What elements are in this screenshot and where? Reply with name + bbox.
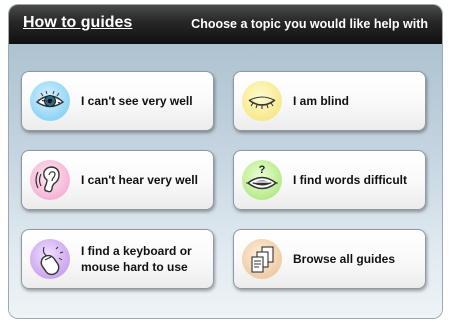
ear-icon	[30, 160, 70, 200]
guide-button-words-difficult[interactable]: ? I find words difficult	[233, 150, 426, 210]
guide-button-blind[interactable]: I am blind	[233, 71, 426, 131]
guide-button-browse-all[interactable]: Browse all guides	[233, 229, 426, 289]
guide-button-keyboard-mouse[interactable]: I find a keyboard or mouse hard to use	[21, 229, 214, 289]
guide-label: I am blind	[293, 94, 350, 108]
guides-panel: How to guides Choose a topic you would l…	[9, 5, 442, 318]
svg-text:?: ?	[259, 164, 266, 176]
guide-label: I find words difficult	[293, 173, 407, 187]
guide-label: I can't hear very well	[81, 173, 198, 187]
header-bar: How to guides Choose a topic you would l…	[9, 5, 442, 44]
header-subtitle: Choose a topic you would like help with	[191, 17, 428, 31]
guide-button-cant-see[interactable]: I can't see very well	[21, 71, 214, 131]
how-to-guides-link[interactable]: How to guides	[23, 14, 132, 32]
mouse-icon	[30, 239, 70, 279]
guide-label: Browse all guides	[293, 252, 396, 266]
guide-button-cant-hear[interactable]: I can't hear very well	[21, 150, 214, 210]
closed-eye-icon	[242, 81, 282, 121]
guide-label: I can't see very well	[81, 94, 193, 108]
mouth-question-icon: ?	[242, 160, 282, 200]
eye-icon	[30, 81, 70, 121]
documents-icon	[242, 239, 282, 279]
guide-label: I find a keyboard or mouse hard to use	[81, 244, 192, 274]
